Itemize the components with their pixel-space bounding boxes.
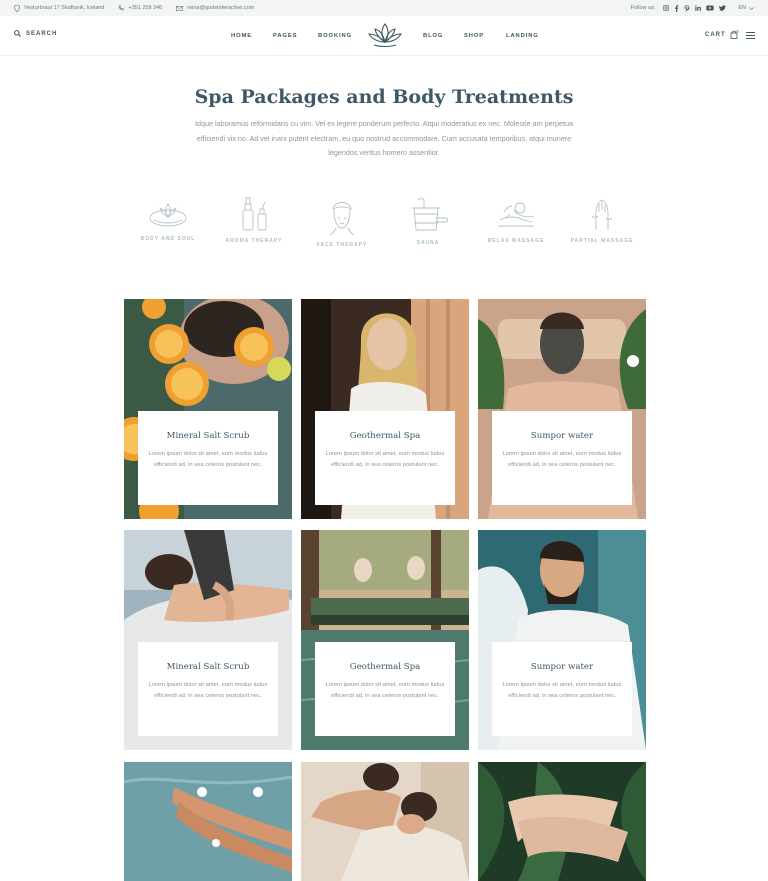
category-label: BODY AND SOUL [140, 236, 196, 242]
shopping-bag-icon [730, 30, 739, 39]
instagram-icon[interactable] [663, 5, 670, 11]
top-info-bar: Vesturbraut 17 Skaftavik, Iceland +351 2… [0, 0, 768, 16]
page-description: Idque laboramus reformidans cu vim. Vel … [195, 119, 573, 157]
face-towel-icon [329, 202, 355, 236]
phone-icon [119, 5, 125, 11]
nav-booking[interactable]: BOOKING [318, 33, 352, 39]
card-text: Lorem ipsum dolor sit amet, eum modus lu… [502, 451, 622, 468]
category-relax-massage[interactable]: RELAX MASSAGE [481, 196, 551, 244]
aroma-bottle-icon [242, 197, 267, 231]
treatment-card[interactable] [124, 762, 292, 881]
chevron-down-icon [749, 6, 754, 10]
nav-landing[interactable]: LANDING [506, 33, 539, 39]
category-body-and-soul[interactable]: BODY AND SOUL [133, 196, 203, 242]
nav-blog[interactable]: BLOG [423, 33, 443, 39]
nav-pages[interactable]: PAGES [273, 33, 297, 39]
card-title[interactable]: Mineral Salt Scrub [138, 431, 278, 441]
category-face-therapy[interactable]: FACE THERAPY [307, 196, 377, 248]
card-content: Sumpor water Lorem ipsum dolor sit amet,… [492, 642, 632, 736]
pinterest-icon[interactable] [684, 4, 690, 12]
card-title[interactable]: Sumpor water [492, 431, 632, 441]
nav-home[interactable]: HOME [231, 33, 252, 39]
category-label: AROMA THERAPY [225, 238, 283, 244]
page-title: Spa Packages and Body Treatments [194, 86, 574, 108]
lotus-bowl-icon [149, 203, 187, 227]
couple-massage-image [301, 762, 469, 881]
card-content: Sumpor water Lorem ipsum dolor sit amet,… [492, 411, 632, 505]
treatment-card[interactable]: Geothermal Spa Lorem ipsum dolor sit ame… [301, 530, 469, 750]
card-text: Lorem ipsum dolor sit amet, eum modus lu… [148, 451, 268, 468]
card-text: Lorem ipsum dolor sit amet, eum modus lu… [325, 451, 445, 468]
card-content: Geothermal Spa Lorem ipsum dolor sit ame… [315, 642, 455, 736]
legs-in-water-image [124, 762, 292, 881]
nav-shop[interactable]: SHOP [464, 33, 484, 39]
facebook-icon[interactable] [674, 4, 679, 12]
category-label: SAUNA [416, 240, 440, 246]
hands-on-leaves-image [478, 762, 646, 881]
envelope-icon [176, 5, 184, 11]
massage-icon [498, 202, 535, 227]
linkedin-icon[interactable] [695, 5, 702, 11]
cart-button[interactable]: CART [705, 30, 739, 39]
youtube-icon[interactable] [706, 5, 715, 11]
hand-massage-icon [591, 199, 613, 230]
search-icon [14, 30, 21, 37]
follow-label: Follow us: [630, 5, 656, 11]
address-text: Vesturbraut 17 Skaftavik, Iceland [24, 5, 105, 11]
search-trigger[interactable]: SEARCH [14, 30, 57, 37]
card-title[interactable]: Mineral Salt Scrub [138, 662, 278, 672]
category-sauna[interactable]: SAUNA [393, 196, 463, 246]
category-partial-massage[interactable]: PARTIAL MASSAGE [567, 196, 637, 244]
category-label: RELAX MASSAGE [487, 238, 545, 244]
sauna-bucket-icon [412, 198, 448, 231]
category-aroma-therapy[interactable]: AROMA THERAPY [219, 196, 289, 244]
email-info[interactable]: reina@qodeinteractive.com [176, 5, 254, 11]
card-title[interactable]: Geothermal Spa [315, 662, 455, 672]
card-content: Geothermal Spa Lorem ipsum dolor sit ame… [315, 411, 455, 505]
cart-label: CART [705, 31, 726, 38]
language-label: EN [738, 5, 746, 11]
language-switcher[interactable]: EN [738, 5, 754, 11]
card-title[interactable]: Sumpor water [492, 662, 632, 672]
card-text: Lorem ipsum dolor sit amet, eum modus lu… [502, 682, 622, 699]
card-text: Lorem ipsum dolor sit amet, eum modus lu… [148, 682, 268, 699]
location-pin-icon [14, 4, 20, 12]
card-content: Mineral Salt Scrub Lorem ipsum dolor sit… [138, 411, 278, 505]
social-links [663, 4, 727, 12]
treatment-card[interactable]: Mineral Salt Scrub Lorem ipsum dolor sit… [124, 530, 292, 750]
treatment-card[interactable]: Mineral Salt Scrub Lorem ipsum dolor sit… [124, 299, 292, 519]
card-content: Mineral Salt Scrub Lorem ipsum dolor sit… [138, 642, 278, 736]
twitter-icon[interactable] [719, 5, 727, 11]
main-header: SEARCH HOME PAGES BOOKING BLOG SHOP LAND… [0, 16, 768, 56]
search-label: SEARCH [26, 30, 58, 37]
email-text: reina@qodeinteractive.com [187, 5, 255, 11]
category-label: PARTIAL MASSAGE [570, 238, 634, 244]
phone-info[interactable]: +351 258 346 [118, 5, 162, 11]
hamburger-menu-icon[interactable] [746, 32, 755, 41]
address-info: Vesturbraut 17 Skaftavik, Iceland [14, 4, 105, 12]
treatment-card[interactable] [301, 762, 469, 881]
category-label: FACE THERAPY [316, 242, 368, 248]
treatment-card[interactable] [478, 762, 646, 881]
treatment-card[interactable]: Sumpor water Lorem ipsum dolor sit amet,… [478, 299, 646, 519]
lotus-logo-icon[interactable] [366, 20, 404, 50]
treatment-card[interactable]: Sumpor water Lorem ipsum dolor sit amet,… [478, 530, 646, 750]
treatment-card[interactable]: Geothermal Spa Lorem ipsum dolor sit ame… [301, 299, 469, 519]
card-text: Lorem ipsum dolor sit amet, eum modus lu… [325, 682, 445, 699]
card-title[interactable]: Geothermal Spa [315, 431, 455, 441]
phone-text: +351 258 346 [128, 5, 163, 11]
